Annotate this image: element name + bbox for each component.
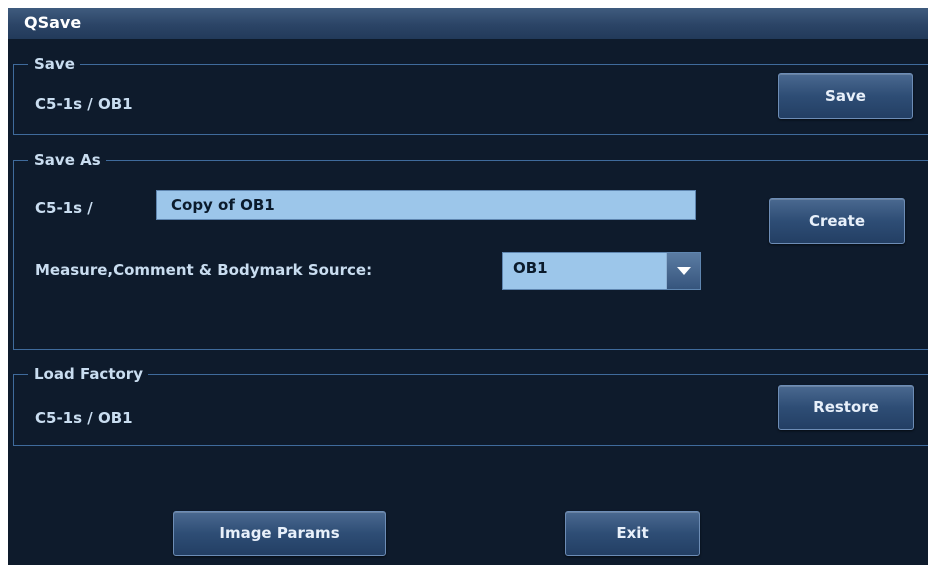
save-as-prefix: C5-1s / xyxy=(35,199,93,217)
create-button-label: Create xyxy=(808,212,866,230)
exit-button-label: Exit xyxy=(616,524,649,542)
image-params-button-label: Image Params xyxy=(219,524,340,542)
save-preset-path: C5-1s / OB1 xyxy=(35,95,133,113)
factory-preset-path: C5-1s / OB1 xyxy=(35,409,133,427)
source-label: Measure,Comment & Bodymark Source: xyxy=(35,261,373,279)
preset-name-input[interactable] xyxy=(156,190,696,220)
title-bar: QSave xyxy=(8,8,928,39)
save-as-group: Save As C5-1s / Measure,Comment & Bodyma… xyxy=(13,151,928,350)
chevron-down-icon xyxy=(677,267,691,275)
source-select[interactable]: OB1 xyxy=(502,252,701,290)
save-as-group-legend: Save As xyxy=(28,151,106,169)
create-button[interactable]: Create xyxy=(769,198,905,244)
dropdown-arrow-button[interactable] xyxy=(666,253,700,289)
source-select-value: OB1 xyxy=(513,259,548,277)
image-params-button[interactable]: Image Params xyxy=(173,511,386,556)
load-factory-group-legend: Load Factory xyxy=(28,365,148,383)
exit-button[interactable]: Exit xyxy=(565,511,700,556)
save-group-legend: Save xyxy=(28,55,80,73)
window-title: QSave xyxy=(24,13,82,32)
restore-button[interactable]: Restore xyxy=(778,385,914,430)
save-button[interactable]: Save xyxy=(778,73,913,119)
restore-button-label: Restore xyxy=(813,398,879,416)
qsave-dialog: QSave Save C5-1s / OB1 Save Save As C5-1… xyxy=(8,8,928,565)
save-button-label: Save xyxy=(825,87,866,105)
